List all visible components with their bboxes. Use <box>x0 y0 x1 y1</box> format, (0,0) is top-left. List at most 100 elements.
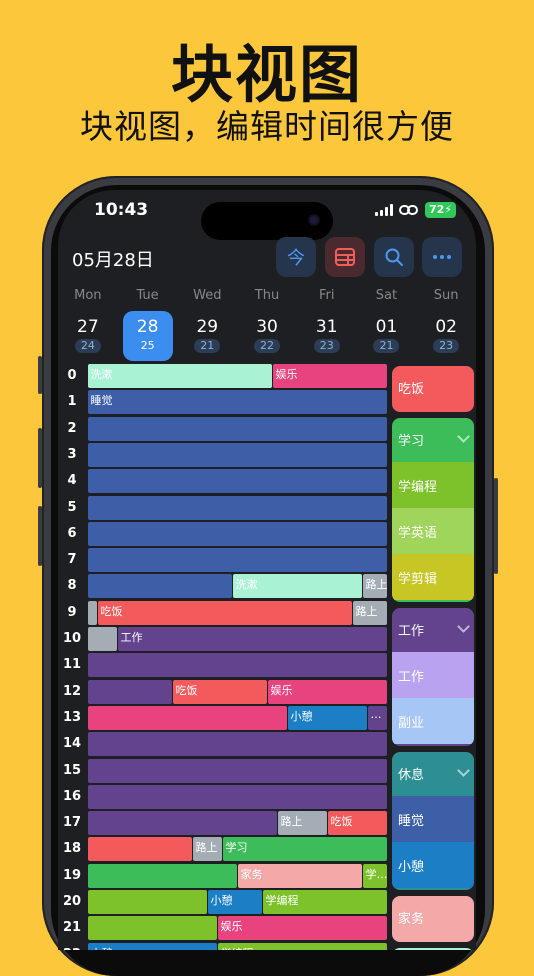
time-block[interactable] <box>87 916 217 941</box>
category-header[interactable]: 家务 <box>392 896 474 940</box>
day-name: Sat <box>375 288 398 303</box>
block-view-button[interactable] <box>325 237 365 277</box>
category-group[interactable]: 吃饭 <box>392 366 474 412</box>
time-block[interactable] <box>87 548 387 573</box>
time-block[interactable]: 洗漱 <box>232 574 362 599</box>
day-cell[interactable]: 28 25 <box>122 311 173 361</box>
time-block[interactable]: 工作 <box>117 627 387 651</box>
time-block[interactable] <box>87 679 172 704</box>
time-block[interactable] <box>87 863 237 888</box>
time-block[interactable] <box>87 653 387 678</box>
hour-label: 4 <box>67 473 77 489</box>
day-column[interactable]: Sat 01 21 <box>357 288 417 361</box>
time-block[interactable] <box>87 811 277 836</box>
chevron-down-icon[interactable] <box>457 430 470 443</box>
time-block[interactable] <box>87 442 387 467</box>
day-column[interactable]: Sun 02 23 <box>416 288 476 361</box>
hour-label: 22 <box>58 947 86 950</box>
more-button[interactable] <box>422 237 462 277</box>
category-group[interactable]: 休息 睡觉 小憩 <box>392 752 474 890</box>
day-cell[interactable]: 30 22 <box>242 311 292 361</box>
chevron-down-icon[interactable] <box>457 620 470 633</box>
day-date: 29 <box>196 317 219 337</box>
time-block[interactable] <box>87 890 207 914</box>
hour-label: 10 <box>62 631 82 646</box>
time-block[interactable] <box>87 600 97 625</box>
hour-label: 5 <box>67 499 77 515</box>
hour-label: 19 <box>62 867 82 883</box>
day-cell[interactable]: 29 21 <box>182 311 232 361</box>
time-block[interactable]: 路上 <box>192 837 222 862</box>
time-block[interactable]: 学编程 <box>217 942 387 950</box>
time-block[interactable]: 娱乐 <box>267 679 387 704</box>
category-group[interactable]: 学习 学编程 学英语 学剪辑 <box>392 418 474 602</box>
day-count-badge: 21 <box>194 339 221 353</box>
category-sub-item[interactable]: 小憩 <box>392 842 474 888</box>
day-cell[interactable]: 31 23 <box>302 311 352 361</box>
hour-label: 7 <box>67 552 77 568</box>
day-count-badge: 24 <box>74 339 101 353</box>
day-column[interactable]: Tue 28 25 <box>118 288 178 361</box>
category-sub-item[interactable]: 学英语 <box>392 508 474 554</box>
time-block[interactable] <box>87 758 387 783</box>
category-sub-item[interactable]: 副业 <box>392 698 474 744</box>
time-block[interactable]: 家务 <box>237 863 362 888</box>
time-block[interactable] <box>87 732 387 757</box>
day-column[interactable]: Wed 29 21 <box>177 288 237 361</box>
hour-label: 12 <box>62 683 82 699</box>
block-view-icon <box>335 248 355 266</box>
time-block[interactable]: … <box>367 705 387 730</box>
time-block[interactable]: 学… <box>362 863 387 888</box>
time-block[interactable]: 睡觉 <box>87 390 387 415</box>
search-button[interactable] <box>374 237 414 277</box>
day-cell[interactable]: 27 24 <box>63 311 113 361</box>
time-block[interactable]: 学编程 <box>262 890 387 914</box>
category-sub-item[interactable]: 工作 <box>392 652 474 698</box>
time-block[interactable] <box>87 521 387 546</box>
category-header[interactable]: 休息 <box>392 752 474 796</box>
time-block[interactable]: 学习 <box>222 837 387 862</box>
time-block[interactable]: 洗漱 <box>87 364 272 388</box>
status-time: 10:43 <box>94 200 149 220</box>
day-column[interactable]: Thu 30 22 <box>237 288 297 361</box>
day-count-badge: 22 <box>254 339 281 353</box>
day-column[interactable]: Mon 27 24 <box>58 288 118 361</box>
current-date[interactable]: 05月28日 <box>72 246 154 272</box>
time-block[interactable]: 路上 <box>277 811 327 836</box>
day-column[interactable]: Fri 31 23 <box>297 288 357 361</box>
category-header[interactable]: 吃饭 <box>392 366 474 410</box>
day-cell[interactable]: 01 21 <box>361 311 411 361</box>
time-block[interactable] <box>87 837 192 862</box>
today-button[interactable]: 今 <box>276 237 316 277</box>
category-sub-item[interactable]: 学编程 <box>392 462 474 508</box>
time-block[interactable]: 吃饭 <box>172 679 267 704</box>
time-block[interactable] <box>87 574 232 599</box>
time-block[interactable]: 小憩 <box>87 942 217 950</box>
time-block[interactable]: 路上 <box>362 574 387 599</box>
day-date: 01 <box>375 317 398 337</box>
time-block[interactable]: 吃饭 <box>327 811 387 836</box>
category-header[interactable]: 学习 <box>392 418 474 462</box>
time-block[interactable] <box>87 705 287 730</box>
time-block[interactable]: 吃饭 <box>97 600 352 625</box>
hour-label: 13 <box>62 709 82 725</box>
time-block[interactable]: 娱乐 <box>217 916 387 941</box>
category-sub-item[interactable]: 睡觉 <box>392 796 474 842</box>
category-group[interactable]: 家务 <box>392 896 474 942</box>
time-block[interactable] <box>87 627 117 651</box>
time-block[interactable] <box>87 416 387 441</box>
chevron-down-icon[interactable] <box>457 764 470 777</box>
time-block[interactable] <box>87 784 387 809</box>
category-group[interactable]: 工作 工作 副业 <box>392 608 474 746</box>
day-name: Mon <box>74 288 102 303</box>
time-block[interactable]: 小憩 <box>207 890 262 914</box>
category-sub-item[interactable]: 学剪辑 <box>392 554 474 600</box>
time-block[interactable] <box>87 495 387 520</box>
time-block[interactable]: 娱乐 <box>272 364 387 388</box>
time-block[interactable]: 路上 <box>352 600 387 625</box>
time-block[interactable]: 小憩 <box>287 705 367 730</box>
category-header[interactable]: 工作 <box>392 608 474 652</box>
time-block[interactable] <box>87 469 387 494</box>
hour-label: 8 <box>67 578 77 594</box>
day-cell[interactable]: 02 23 <box>421 311 471 361</box>
